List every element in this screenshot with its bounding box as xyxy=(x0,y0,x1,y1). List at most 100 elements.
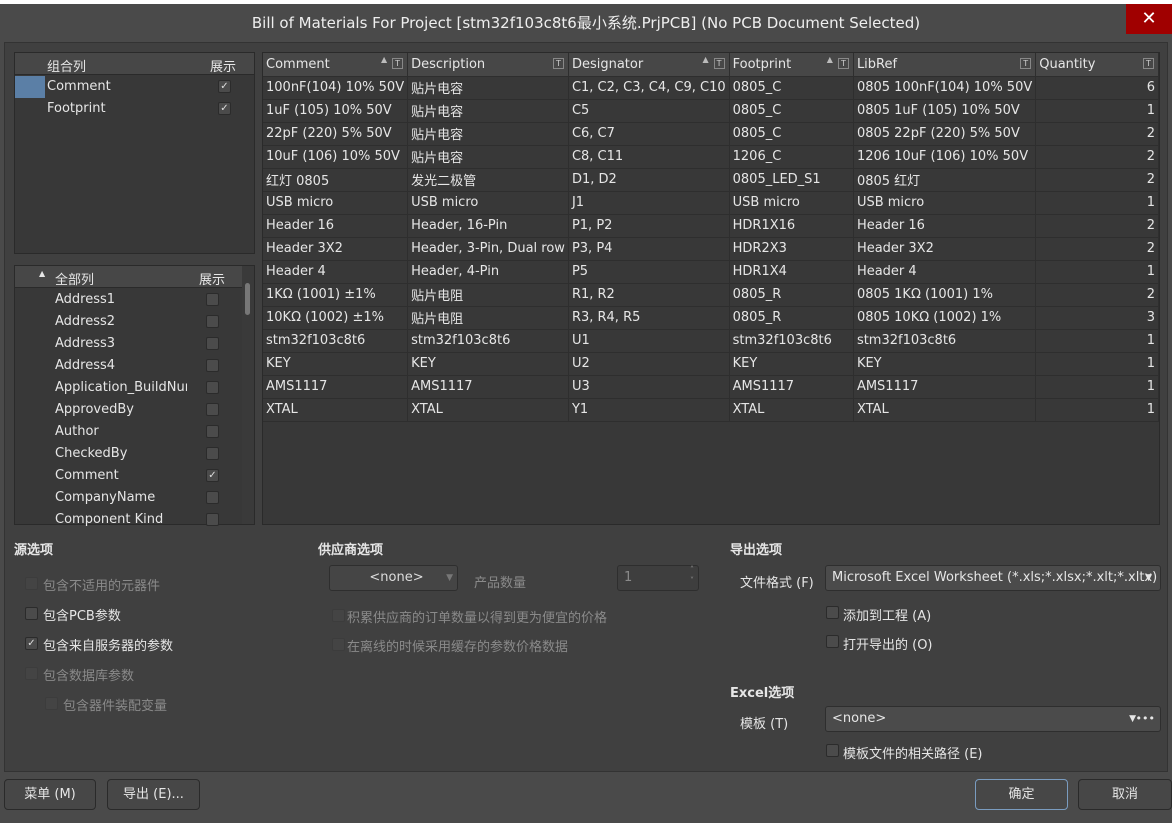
cell-designator: P3, P4 xyxy=(568,237,730,261)
sort-asc-icon[interactable]: ▲ xyxy=(702,55,708,64)
column-header-comment[interactable]: Comment ▲ T xyxy=(263,53,409,77)
filter-icon[interactable]: T xyxy=(1020,58,1032,69)
source-option-checkbox[interactable] xyxy=(25,667,38,680)
show-checkbox[interactable] xyxy=(206,359,219,372)
show-checkbox[interactable] xyxy=(206,513,219,526)
export-button[interactable]: 导出 (E)... xyxy=(107,779,200,810)
all-column-item[interactable]: Author xyxy=(15,421,242,443)
cumulative-order-checkbox[interactable] xyxy=(332,609,345,622)
excel-options-title: Excel选项 xyxy=(730,686,795,701)
column-header-designator[interactable]: Designator ▲ T xyxy=(568,53,730,77)
cell-footprint: HDR2X3 xyxy=(729,237,854,261)
cancel-button[interactable]: 取消 xyxy=(1078,779,1172,810)
show-checkbox[interactable] xyxy=(206,447,219,460)
show-checkbox[interactable] xyxy=(206,315,219,328)
show-checkbox[interactable]: ✓ xyxy=(218,102,231,115)
group-column-item[interactable]: Comment ✓ xyxy=(15,76,254,98)
show-checkbox[interactable] xyxy=(206,337,219,350)
column-header-quantity[interactable]: Quantity T xyxy=(1035,53,1159,77)
spinner-arrows-icon[interactable]: ˄ ˅ xyxy=(690,564,694,586)
file-format-select[interactable]: Microsoft Excel Worksheet (*.xls;*.xlsx;… xyxy=(825,565,1161,591)
cell-comment: 10uF (106) 10% 50V xyxy=(263,145,409,169)
all-column-item[interactable]: CompanyName xyxy=(15,487,242,509)
table-row[interactable]: KEY KEY U2 KEY KEY 1 xyxy=(263,352,1159,376)
cell-quantity: 2 xyxy=(1035,168,1159,192)
source-option-checkbox[interactable] xyxy=(25,577,38,590)
all-column-item[interactable]: ApprovedBy xyxy=(15,399,242,421)
dialog-body: 组合列 展示 Comment ✓ Footprint ✓ ▲ 全部列 展示 Addre… xyxy=(4,42,1168,772)
cell-description: 贴片电容 xyxy=(407,76,569,100)
show-checkbox[interactable] xyxy=(206,403,219,416)
show-checkbox[interactable] xyxy=(206,293,219,306)
cell-footprint: AMS1117 xyxy=(729,375,854,399)
close-button[interactable]: ✕ xyxy=(1126,4,1172,34)
table-row[interactable]: 1uF (105) 10% 50V 贴片电容 C5 0805_C 0805 1uF (1… xyxy=(263,99,1159,123)
show-checkbox[interactable] xyxy=(206,491,219,504)
column-header-description[interactable]: Description T xyxy=(407,53,569,77)
filter-icon[interactable]: T xyxy=(552,58,564,69)
cell-libref: 0805 1KΩ (1001) 1% xyxy=(853,283,1037,307)
source-option-checkbox[interactable]: ✓ xyxy=(25,637,38,650)
menu-button[interactable]: 菜单 (M) xyxy=(4,779,96,810)
source-option-label: 包含PCB参数 xyxy=(43,609,121,624)
table-row[interactable]: 100nF(104) 10% 50V 贴片电容 C1, C2, C3, C4, C9… xyxy=(263,76,1159,100)
cell-quantity: 1 xyxy=(1035,191,1159,215)
template-select[interactable]: <none> ▼ ••• xyxy=(825,706,1161,732)
supplier-select[interactable]: <none> ▼ xyxy=(329,565,458,591)
table-row[interactable]: XTAL XTAL Y1 XTAL XTAL 1 xyxy=(263,398,1159,422)
all-columns-header[interactable]: ▲ 全部列 展示 xyxy=(15,266,242,288)
all-column-item[interactable]: Address4 xyxy=(15,355,242,377)
cumulative-order-label: 积累供应商的订单数量以得到更为便宜的价格 xyxy=(347,611,608,626)
cell-quantity: 1 xyxy=(1035,329,1159,353)
table-row[interactable]: USB micro USB micro J1 USB micro USB micro 1 xyxy=(263,191,1159,215)
product-qty-spinner[interactable]: 1 ˄ ˅ xyxy=(617,565,699,591)
all-column-item[interactable]: Comment ✓ xyxy=(15,465,242,487)
cell-designator: J1 xyxy=(568,191,730,215)
filter-icon[interactable]: T xyxy=(837,58,849,69)
column-header-label: LibRef xyxy=(856,56,898,72)
table-row[interactable]: 10uF (106) 10% 50V 贴片电容 C8, C11 1206_C 1206 … xyxy=(263,145,1159,169)
show-checkbox[interactable]: ✓ xyxy=(206,469,219,482)
open-exported-checkbox[interactable] xyxy=(826,635,839,648)
show-checkbox[interactable]: ✓ xyxy=(218,80,231,93)
add-to-project-checkbox[interactable] xyxy=(826,606,839,619)
column-header-label: Designator xyxy=(571,56,644,72)
source-option-checkbox[interactable] xyxy=(45,697,58,710)
sort-asc-icon[interactable]: ▲ xyxy=(381,55,387,64)
table-row[interactable]: 红灯 0805 发光二极管 D1, D2 0805_LED_S1 0805 红灯 2 xyxy=(263,168,1159,192)
source-option-checkbox[interactable] xyxy=(25,607,38,620)
scrollbar[interactable] xyxy=(242,266,254,524)
more-icon[interactable]: ••• xyxy=(1136,707,1155,731)
filter-icon[interactable]: T xyxy=(392,58,404,69)
column-header-libref[interactable]: LibRef T xyxy=(853,53,1037,77)
filter-icon[interactable]: T xyxy=(1143,58,1154,69)
table-row[interactable]: Header 16 Header, 16-Pin P1, P2 HDR1X16 Head… xyxy=(263,214,1159,238)
table-row[interactable]: Header 4 Header, 4-Pin P5 HDR1X4 Header 41 xyxy=(263,260,1159,284)
show-checkbox[interactable] xyxy=(206,425,219,438)
cell-libref: Header 4 xyxy=(853,260,1037,284)
table-row[interactable]: 22pF (220) 5% 50V 贴片电容 C6, C7 0805_C 0805 22… xyxy=(263,122,1159,146)
group-column-item[interactable]: Footprint ✓ xyxy=(15,98,254,120)
table-row[interactable]: stm32f103c8t6 stm32f103c8t6 U1 stm32f103c8t… xyxy=(263,329,1159,353)
table-row[interactable]: Header 3X2 Header, 3-Pin, Dual row P3, P4 H… xyxy=(263,237,1159,261)
all-column-item[interactable]: Address1 xyxy=(15,289,242,311)
group-column-label: Footprint xyxy=(47,101,106,116)
table-row[interactable]: 10KΩ (1002) ±1% 贴片电阻 R3, R4, R5 0805_R 0805 … xyxy=(263,306,1159,330)
all-column-item[interactable]: Component Kind xyxy=(15,509,242,531)
sort-asc-icon[interactable]: ▲ xyxy=(827,55,833,64)
table-row[interactable]: 1KΩ (1001) ±1% 贴片电阻 R1, R2 0805_R 0805 1KΩ (… xyxy=(263,283,1159,307)
offline-cache-checkbox[interactable] xyxy=(332,638,345,651)
template-relative-path-checkbox[interactable] xyxy=(826,744,839,757)
source-option-label: 包含器件装配变量 xyxy=(63,699,168,714)
filter-icon[interactable]: T xyxy=(713,58,725,69)
all-column-item[interactable]: Address3 xyxy=(15,333,242,355)
table-row[interactable]: AMS1117 AMS1117 U3 AMS1117 AMS1117 1 xyxy=(263,375,1159,399)
ok-button[interactable]: 确定 xyxy=(975,779,1068,810)
all-column-item[interactable]: CheckedBy xyxy=(15,443,242,465)
all-column-item[interactable]: Address2 xyxy=(15,311,242,333)
all-column-item[interactable]: Application_BuildNum xyxy=(15,377,242,399)
scrollbar-thumb[interactable] xyxy=(245,283,250,315)
column-header-footprint[interactable]: Footprint ▲ T xyxy=(729,53,854,77)
show-checkbox[interactable] xyxy=(206,381,219,394)
add-to-project-label: 添加到工程 (A) xyxy=(843,609,932,624)
